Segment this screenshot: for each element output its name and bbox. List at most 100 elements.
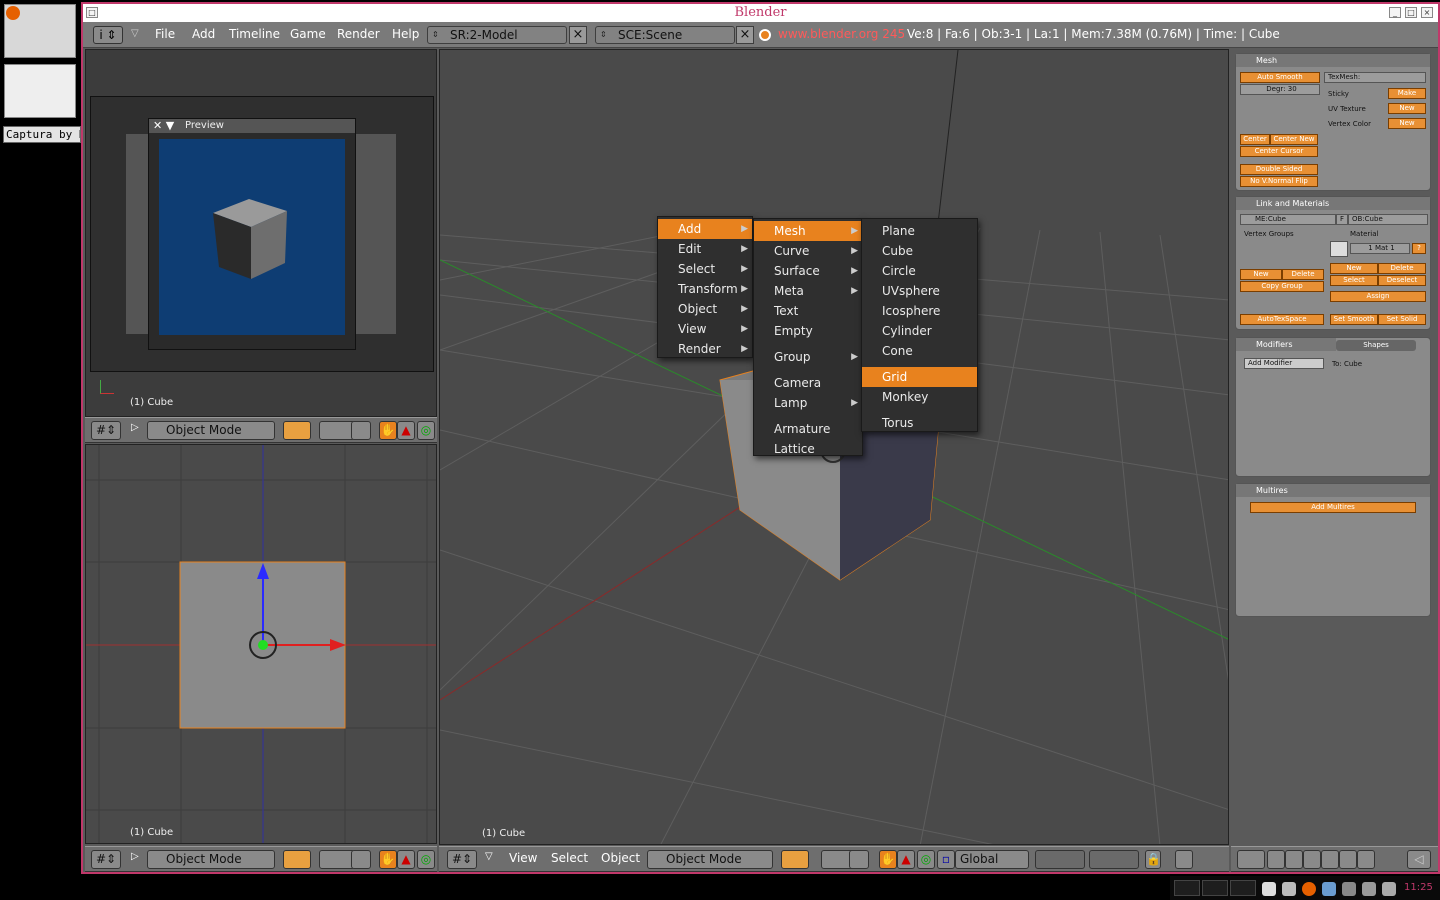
collapse-menu-icon[interactable]: ▽ (131, 28, 139, 39)
multires-title[interactable]: Multires (1236, 484, 1430, 497)
vgroup-delete-button[interactable]: Delete (1282, 269, 1324, 280)
vgroup-new-button[interactable]: New (1240, 269, 1282, 280)
submenu-item-curve[interactable]: Curve ▶ (754, 241, 862, 261)
mesh-item-cylinder[interactable]: Cylinder (862, 321, 977, 341)
mesh-datablock-field[interactable]: ME:Cube (1240, 214, 1336, 225)
set-smooth-button[interactable]: Set Smooth (1330, 314, 1378, 325)
fake-user-button[interactable]: F (1336, 214, 1348, 225)
submenu-item-surface[interactable]: Surface ▶ (754, 261, 862, 281)
sticky-make-button[interactable]: Make (1388, 88, 1426, 99)
object-context-icon[interactable] (1321, 850, 1339, 869)
mode-select-2[interactable]: Object Mode (147, 850, 275, 869)
buttons-editor-type[interactable] (1237, 850, 1265, 869)
mesh-item-cube[interactable]: Cube (862, 241, 977, 261)
submenu-item-armature[interactable]: Armature (754, 419, 862, 439)
degr-field[interactable]: Degr: 30 (1240, 84, 1320, 95)
screen-delete-button[interactable]: × (569, 26, 587, 44)
submenu-item-group[interactable]: Group ▶ (754, 347, 862, 367)
translate-icon-2[interactable]: ▲ (397, 850, 415, 869)
autotexspace-button[interactable]: AutoTexSpace (1240, 314, 1324, 325)
mesh-item-monkey[interactable]: Monkey (862, 387, 977, 407)
menu-view[interactable]: View (509, 851, 537, 865)
manipulator-hand-icon-2[interactable]: ✋ (379, 850, 397, 869)
lock-icon[interactable]: 🔒 (1145, 850, 1161, 869)
pivot-button-2[interactable] (319, 850, 355, 869)
add-menu-item-object[interactable]: Object ▶ (658, 299, 752, 319)
material-select-button[interactable]: Select (1330, 275, 1378, 286)
menu-object[interactable]: Object (601, 851, 640, 865)
draw-type-button[interactable] (283, 421, 311, 440)
center-button[interactable]: Center (1240, 134, 1270, 145)
mesh-item-grid[interactable]: Grid (862, 367, 977, 387)
link-materials-title[interactable]: Link and Materials (1236, 197, 1430, 210)
rotate-icon[interactable]: ◎ (417, 421, 435, 440)
add-multires-button[interactable]: Add Multires (1250, 502, 1416, 513)
layer-button[interactable] (351, 421, 371, 440)
close-button[interactable]: × (1421, 7, 1433, 18)
shading-context-icon[interactable] (1303, 850, 1321, 869)
network-icon[interactable] (1342, 882, 1356, 896)
menu-game[interactable]: Game (290, 27, 326, 41)
submenu-item-empty[interactable]: Empty (754, 321, 862, 341)
add-menu-item-render[interactable]: Render ▶ (658, 339, 752, 359)
uv-texture-new-button[interactable]: New (1388, 103, 1426, 114)
scene-selector[interactable]: SCE:Scene (595, 26, 735, 44)
pager-3[interactable] (1230, 880, 1256, 896)
main-scale-icon[interactable]: ▫ (937, 850, 955, 869)
main-collapse-icon[interactable]: ▽ (485, 851, 493, 862)
files-icon[interactable] (1282, 882, 1296, 896)
center-cursor-button[interactable]: Center Cursor (1240, 146, 1318, 157)
material-new-button[interactable]: New (1330, 263, 1378, 274)
menu-timeline[interactable]: Timeline (229, 27, 280, 41)
set-solid-button[interactable]: Set Solid (1378, 314, 1426, 325)
pager-1[interactable] (1174, 880, 1200, 896)
add-menu-item-view[interactable]: View ▶ (658, 319, 752, 339)
material-slot-field[interactable]: 1 Mat 1 (1350, 243, 1410, 254)
main-rotate-icon[interactable]: ◎ (917, 850, 935, 869)
add-menu-item-add[interactable]: Add ▶ (658, 219, 752, 239)
add-menu-item-select[interactable]: Select ▶ (658, 259, 752, 279)
scene-context-icon[interactable] (1357, 850, 1375, 869)
menu-file[interactable]: File (155, 27, 175, 41)
center-new-button[interactable]: Center New (1270, 134, 1318, 145)
submenu-item-meta[interactable]: Meta ▶ (754, 281, 862, 301)
desktop-thumbnail-2[interactable] (4, 64, 76, 118)
editor-type-icon[interactable]: i ⇕ (93, 26, 123, 44)
menu-select[interactable]: Select (551, 851, 588, 865)
menu-help[interactable]: Help (392, 27, 419, 41)
main-editor-type-button[interactable]: #⇕ (447, 850, 477, 869)
collapse-icon-2[interactable]: ▷ (131, 851, 139, 862)
pivot-button[interactable] (319, 421, 355, 440)
taskbar-window-button[interactable]: Captura by He (3, 126, 81, 143)
volume-icon[interactable] (1362, 882, 1376, 896)
submenu-item-text[interactable]: Text (754, 301, 862, 321)
screen-selector[interactable]: SR:2-Model (427, 26, 567, 44)
double-sided-button[interactable]: Double Sided (1240, 164, 1318, 175)
main-draw-type-button[interactable] (781, 850, 809, 869)
mesh-item-uvsphere[interactable]: UVsphere (862, 281, 977, 301)
main-snap-button[interactable] (849, 850, 869, 869)
main-mode-select[interactable]: Object Mode (647, 850, 773, 869)
vertex-color-new-button[interactable]: New (1388, 118, 1426, 129)
collapse-icon[interactable]: ▷ (131, 422, 139, 433)
blender-link[interactable]: www.blender.org 245 (778, 27, 905, 41)
prev-arrow-icon[interactable]: ◁ (1407, 850, 1431, 869)
terminal-icon[interactable] (1262, 882, 1276, 896)
main-hand-icon[interactable]: ✋ (879, 850, 897, 869)
pager-2[interactable] (1202, 880, 1228, 896)
mesh-item-plane[interactable]: Plane (862, 221, 977, 241)
mesh-item-circle[interactable]: Circle (862, 261, 977, 281)
scene-delete-button[interactable]: × (736, 26, 754, 44)
screenshot-icon[interactable] (1382, 882, 1396, 896)
script-context-icon[interactable] (1285, 850, 1303, 869)
mesh-item-torus[interactable]: Torus (862, 413, 977, 433)
material-delete-button[interactable]: Delete (1378, 263, 1426, 274)
material-help-button[interactable]: ? (1412, 243, 1426, 254)
material-assign-button[interactable]: Assign (1330, 291, 1426, 302)
mesh-panel-title[interactable]: Mesh (1236, 54, 1430, 67)
window-menu-button[interactable]: □ (86, 7, 98, 18)
orientation-select[interactable]: Global (955, 850, 1029, 869)
copy-group-button[interactable]: Copy Group (1240, 281, 1324, 292)
modifiers-tab[interactable]: Modifiers (1236, 338, 1336, 351)
minimize-button[interactable]: _ (1389, 7, 1401, 18)
